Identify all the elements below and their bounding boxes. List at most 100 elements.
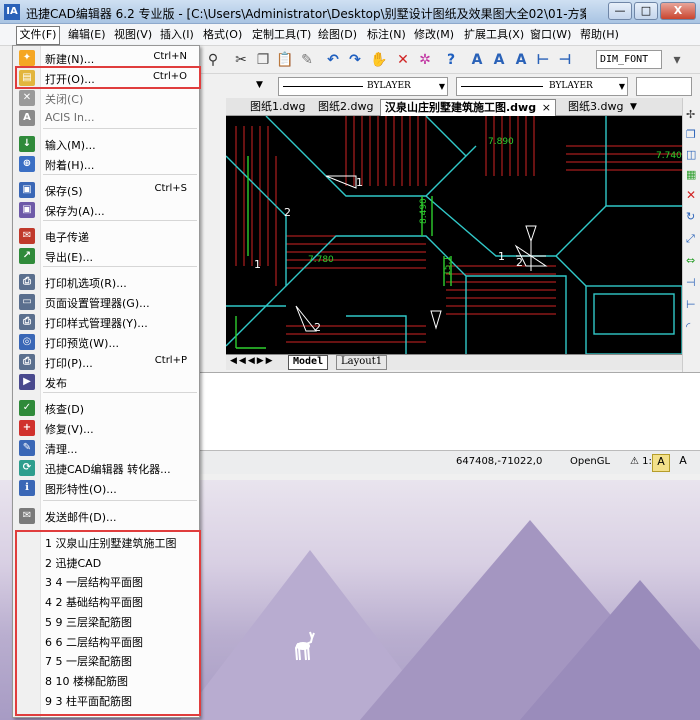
close-button[interactable]: X <box>660 2 696 20</box>
redo-icon[interactable]: ↷ <box>346 51 364 69</box>
maximize-button[interactable]: □ <box>634 2 658 20</box>
text-style-icon[interactable]: A <box>512 51 530 69</box>
linetype-combo[interactable]: BYLAYER ▼ <box>278 77 448 96</box>
file-menu-item[interactable]: ▭ 页面设置管理器(G)... <box>13 292 199 312</box>
file-menu-item[interactable]: ✉ 电子传递 <box>13 226 199 246</box>
auto-scale-icon[interactable]: A <box>674 454 692 472</box>
extend-icon[interactable]: ⊢ <box>686 298 696 311</box>
file-menu-item[interactable]: ⊕ 附着(H)... <box>13 154 199 174</box>
file-menu-item[interactable]: ✎ 清理... <box>13 438 199 458</box>
mirror-icon[interactable]: ◫ <box>686 148 696 161</box>
file-menu-item[interactable]: ↓ 输入(M)... <box>13 134 199 154</box>
annotation-visibility-icon[interactable]: A <box>652 454 670 472</box>
file-menu-item[interactable]: + 修复(V)... <box>13 418 199 438</box>
acis-icon: A <box>19 110 35 126</box>
delete-icon[interactable]: ✕ <box>686 188 696 202</box>
tab-layout1[interactable]: Layout1 <box>336 355 388 370</box>
file-menu-item[interactable]: ▶ 发布 <box>13 372 199 392</box>
print-preview-icon: ◎ <box>19 334 35 350</box>
menu-draw[interactable]: 绘图(D) <box>318 27 357 43</box>
file-menu-item[interactable]: ⟳ 迅捷CAD编辑器 转化器... <box>13 458 199 478</box>
file-menu-item[interactable]: ✦ 新建(N)... Ctrl+N <box>13 48 199 68</box>
recent-file-item[interactable]: 1 汉泉山庄别墅建筑施工图 <box>45 534 177 554</box>
text-icon[interactable]: A <box>468 51 486 69</box>
drawing-tabs: 图纸1.dwg 图纸2.dwg 汉泉山庄别墅建筑施工图.dwg × 图纸3.dw… <box>226 98 690 116</box>
trim-icon[interactable]: ⊣ <box>686 276 696 289</box>
recent-file-item[interactable]: 5 9 三层梁配筋图 <box>45 613 132 633</box>
dim-style-icon[interactable]: ⊣ <box>556 51 574 69</box>
fillet-icon[interactable]: ◜ <box>686 320 690 333</box>
tab-drawing2[interactable]: 图纸2.dwg <box>314 99 377 116</box>
multiline-text-icon[interactable]: A <box>490 51 508 69</box>
drawing-label-d: 2 <box>314 321 321 334</box>
file-menu-item-label: 核查(D) <box>45 403 85 416</box>
menu-modify[interactable]: 修改(M) <box>414 27 454 43</box>
help-icon[interactable]: ? <box>442 51 460 69</box>
recent-file-item[interactable]: 9 3 柱平面配筋图 <box>45 692 132 712</box>
lineweight-combo[interactable]: BYLAYER ▼ <box>456 77 628 96</box>
binoculars-icon[interactable]: ⚲ <box>204 51 222 69</box>
move-icon[interactable]: ✢ <box>686 108 695 121</box>
file-menu-item[interactable]: ◎ 打印预览(W)... <box>13 332 199 352</box>
tab-scroll-arrow[interactable]: ▼ <box>626 99 641 116</box>
file-menu-item[interactable]: ↗ 导出(E)... <box>13 246 199 266</box>
dim-font-combo[interactable]: DIM_FONT <box>596 50 662 69</box>
scale-icon[interactable]: ⤢ <box>686 232 695 246</box>
file-menu-item[interactable]: ✓ 核查(D) <box>13 398 199 418</box>
file-menu-dropdown: ✦ 新建(N)... Ctrl+N ▤ 打开(O)... Ctrl+O ✕ 关闭(C) A ACI… <box>12 45 201 718</box>
match-properties-icon[interactable]: ✎ <box>298 51 316 69</box>
menu-help[interactable]: 帮助(H) <box>580 27 619 43</box>
file-menu-item[interactable]: ⎙ 打印机选项(R)... <box>13 272 199 292</box>
layout-nav-icon[interactable]: ◀◀◀▶▶ <box>230 356 275 366</box>
menu-extensions[interactable]: 扩展工具(X) <box>464 27 524 43</box>
drawing-canvas[interactable]: 1 2 1 2 1 2 7.890 7.740 7.780 8.490 15.1 <box>226 116 682 354</box>
file-menu-item: A ACIS In... <box>13 108 199 128</box>
plot-style-combo[interactable] <box>636 77 692 96</box>
color-dropdown-arrow[interactable]: ▼ <box>256 77 270 96</box>
menu-format[interactable]: 格式(O) <box>203 27 242 43</box>
copy-icon[interactable]: ❐ <box>254 51 272 69</box>
offset-icon[interactable]: ▦ <box>686 168 696 181</box>
undo-icon[interactable]: ↶ <box>324 51 342 69</box>
tab-hanquan-villa[interactable]: 汉泉山庄别墅建筑施工图.dwg × <box>380 99 556 116</box>
rotate-icon[interactable]: ↻ <box>686 210 695 223</box>
recent-file-item[interactable]: 7 5 一层梁配筋图 <box>45 652 132 672</box>
menu-insert[interactable]: 插入(I) <box>160 27 194 43</box>
recent-file-item[interactable]: 2 迅捷CAD <box>45 554 101 574</box>
tab-drawing3[interactable]: 图纸3.dwg <box>564 99 627 116</box>
recent-file-item[interactable]: 3 4 一层结构平面图 <box>45 573 143 593</box>
recent-file-item[interactable]: 8 10 楼梯配筋图 <box>45 672 128 692</box>
minimize-button[interactable]: — <box>608 2 632 20</box>
pan-icon[interactable]: ✋ <box>370 51 388 69</box>
stretch-icon[interactable]: ⇔ <box>686 254 695 267</box>
file-menu-item[interactable]: ✉ 发送邮件(D)... <box>13 506 199 526</box>
close-tab-icon[interactable]: × <box>542 100 551 116</box>
menu-edit[interactable]: 编辑(E) <box>68 27 106 43</box>
printer-options-icon: ⎙ <box>19 274 35 290</box>
explode-icon[interactable]: ✲ <box>416 51 434 69</box>
tab-model[interactable]: Model <box>288 355 329 370</box>
opengl-status[interactable]: OpenGL <box>570 456 610 467</box>
recent-file-item[interactable]: 4 2 基础结构平面图 <box>45 593 143 613</box>
copy-object-icon[interactable]: ❐ <box>686 128 696 141</box>
menu-dimension[interactable]: 标注(N) <box>367 27 406 43</box>
menu-view[interactable]: 视图(V) <box>114 27 152 43</box>
dimension-icon[interactable]: ⊢ <box>534 51 552 69</box>
file-menu-item[interactable]: ▣ 保存(S) Ctrl+S <box>13 180 199 200</box>
erase-icon[interactable]: ✕ <box>394 51 412 69</box>
drawing-label-i: 7.780 <box>308 255 334 265</box>
paste-icon[interactable]: 📋 <box>276 51 294 69</box>
command-line-area[interactable] <box>200 372 700 450</box>
file-menu-item[interactable]: ▣ 保存为(A)... <box>13 200 199 220</box>
file-menu-item[interactable]: ⎙ 打印(P)... Ctrl+P <box>13 352 199 372</box>
more-toolbar-icon[interactable]: ▾ <box>668 51 686 69</box>
tab-drawing1[interactable]: 图纸1.dwg <box>246 99 309 116</box>
menu-file[interactable]: 文件(F) <box>16 26 60 45</box>
file-menu-item[interactable]: ℹ 图形特性(O)... <box>13 478 199 498</box>
menu-window[interactable]: 窗口(W) <box>530 27 571 43</box>
menu-custom-tools[interactable]: 定制工具(T) <box>252 27 311 43</box>
file-menu-item[interactable]: ⎙ 打印样式管理器(Y)... <box>13 312 199 332</box>
recent-file-item[interactable]: 6 6 二层结构平面图 <box>45 633 143 653</box>
drawing-label-k: 15.1 <box>443 256 453 276</box>
cut-icon[interactable]: ✂ <box>232 51 250 69</box>
